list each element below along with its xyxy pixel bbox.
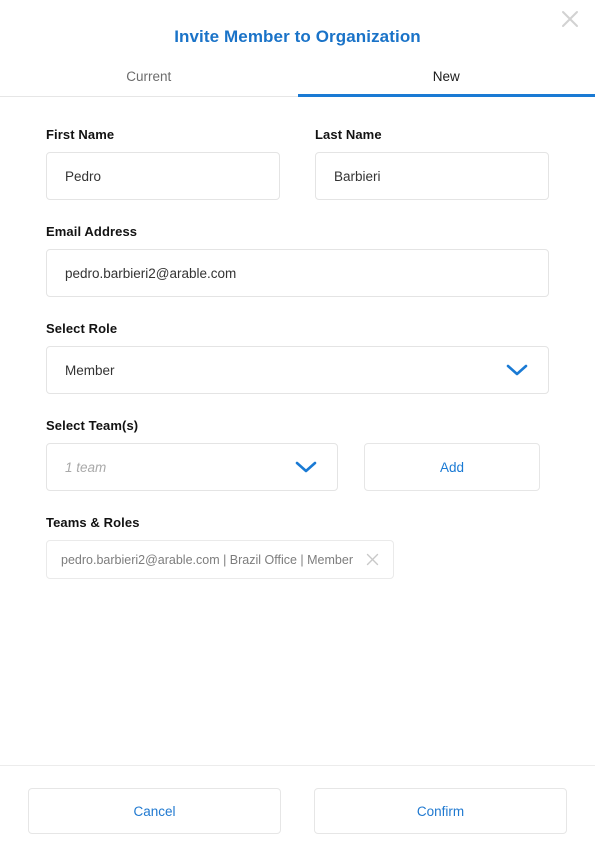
first-name-input[interactable] (46, 152, 280, 200)
teams-group: Select Team(s) 1 team Add (46, 418, 549, 491)
add-team-button[interactable]: Add (364, 443, 540, 491)
team-role-chip-label: pedro.barbieri2@arable.com | Brazil Offi… (61, 552, 353, 567)
chevron-down-icon (504, 362, 530, 378)
role-select[interactable]: Member (46, 346, 549, 394)
team-role-chip: pedro.barbieri2@arable.com | Brazil Offi… (46, 540, 394, 579)
confirm-button[interactable]: Confirm (314, 788, 567, 834)
tab-current[interactable]: Current (0, 65, 298, 96)
teams-roles-label: Teams & Roles (46, 515, 140, 530)
email-label: Email Address (46, 224, 138, 239)
role-label: Select Role (46, 321, 118, 336)
invite-member-dialog: Invite Member to Organization Current Ne… (0, 0, 595, 856)
team-select[interactable]: 1 team (46, 443, 338, 491)
name-row: First Name Last Name (46, 127, 549, 200)
close-icon[interactable] (365, 552, 380, 567)
teams-label: Select Team(s) (46, 418, 139, 433)
dialog-footer: Cancel Confirm (0, 765, 595, 856)
tab-new[interactable]: New (297, 65, 595, 97)
chevron-down-icon (293, 459, 319, 475)
last-name-group: Last Name (315, 127, 549, 200)
teams-row: 1 team Add (46, 443, 549, 491)
role-group: Select Role Member (46, 321, 549, 394)
email-group: Email Address (46, 224, 549, 297)
dialog-header: Invite Member to Organization Current Ne… (0, 0, 595, 97)
cancel-button[interactable]: Cancel (28, 788, 281, 834)
close-icon[interactable] (555, 4, 585, 34)
last-name-input[interactable] (315, 152, 549, 200)
page-title: Invite Member to Organization (174, 27, 421, 46)
last-name-label: Last Name (315, 127, 382, 142)
first-name-group: First Name (46, 127, 280, 200)
team-select-value: 1 team (65, 459, 107, 475)
dialog-body: First Name Last Name Email Address Selec… (0, 97, 595, 765)
tab-bar: Current New (0, 65, 595, 97)
role-select-value: Member (65, 362, 115, 378)
first-name-label: First Name (46, 127, 115, 142)
teams-roles-group: Teams & Roles pedro.barbieri2@arable.com… (46, 515, 549, 579)
email-field[interactable] (46, 249, 549, 297)
